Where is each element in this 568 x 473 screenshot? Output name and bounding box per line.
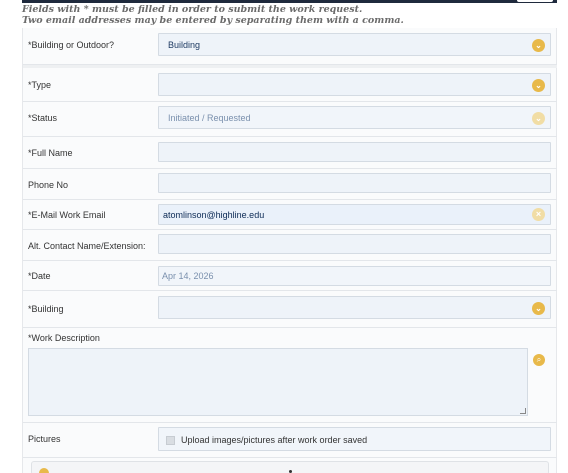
top-bar	[22, 0, 557, 3]
row-work-description: *Work Description ⌕	[23, 328, 557, 423]
phone-label: Phone No	[28, 180, 69, 190]
top-bar-button[interactable]	[517, 0, 553, 2]
upload-label: Upload images/pictures after work order …	[181, 435, 368, 445]
row-phone: Phone No	[23, 169, 557, 200]
building-or-outdoor-label: *Building or Outdoor?	[28, 40, 115, 50]
row-email: *E-Mail Work Email atomlinson@highline.e…	[23, 200, 557, 230]
row-pictures: Pictures Upload images/pictures after wo…	[23, 423, 557, 458]
date-input[interactable]: Apr 14, 2026	[158, 266, 551, 286]
row-alt-contact: Alt. Contact Name/Extension:	[23, 230, 557, 261]
search-icon[interactable]: ⌕	[533, 354, 545, 366]
status-select[interactable]: Initiated / Requested ⌄	[158, 106, 551, 129]
work-description-textarea[interactable]	[28, 348, 528, 416]
building-or-outdoor-value: Building	[168, 40, 201, 50]
date-value: Apr 14, 2026	[162, 271, 214, 281]
building-select[interactable]: ⌄	[158, 296, 551, 319]
instructions-line-1: Fields with * must be filled in order to…	[22, 4, 363, 15]
row-building-or-outdoor: *Building or Outdoor? Building ⌄	[23, 28, 557, 65]
full-name-label: *Full Name	[28, 148, 73, 158]
email-label: *E-Mail Work Email	[28, 210, 106, 220]
clear-icon[interactable]: ×	[532, 208, 545, 221]
row-building: *Building ⌄	[23, 291, 557, 328]
email-value: atomlinson@highline.edu	[163, 210, 265, 220]
row-type: *Type ⌄	[23, 65, 557, 102]
pictures-label: Pictures	[28, 434, 61, 444]
work-description-label: *Work Description	[28, 333, 100, 343]
status-label: *Status	[28, 113, 58, 123]
instructions-line-2: Two email addresses may be entered by se…	[22, 15, 404, 26]
chevron-down-icon[interactable]: ⌄	[532, 302, 545, 315]
building-or-outdoor-select[interactable]: Building ⌄	[158, 33, 551, 56]
chevron-down-icon[interactable]: ⌄	[532, 79, 545, 92]
resize-grip-icon[interactable]	[520, 408, 526, 414]
phone-input[interactable]	[158, 173, 551, 193]
chevron-down-icon[interactable]: ⌄	[532, 112, 545, 125]
upload-checkbox[interactable]	[166, 436, 175, 445]
building-label: *Building	[28, 304, 64, 314]
work-request-form: *Building or Outdoor? Building ⌄ *Type ⌄…	[22, 28, 557, 473]
row-date: *Date Apr 14, 2026	[23, 261, 557, 291]
row-status: *Status Initiated / Requested ⌄	[23, 102, 557, 137]
panel-icon	[39, 468, 49, 473]
full-name-input[interactable]	[158, 142, 551, 162]
instructions: Fields with * must be filled in order to…	[22, 4, 404, 26]
date-label: *Date	[28, 271, 51, 281]
type-select[interactable]: ⌄	[158, 73, 551, 96]
alt-contact-input[interactable]	[158, 234, 551, 254]
chevron-down-icon[interactable]: ⌄	[532, 39, 545, 52]
type-label: *Type	[28, 80, 52, 90]
status-value: Initiated / Requested	[168, 113, 251, 123]
email-input[interactable]: atomlinson@highline.edu ×	[158, 204, 551, 225]
pictures-upload[interactable]: Upload images/pictures after work order …	[158, 427, 551, 451]
row-full-name: *Full Name	[23, 137, 557, 169]
alt-contact-label: Alt. Contact Name/Extension:	[28, 241, 146, 251]
bottom-panel	[31, 461, 549, 473]
